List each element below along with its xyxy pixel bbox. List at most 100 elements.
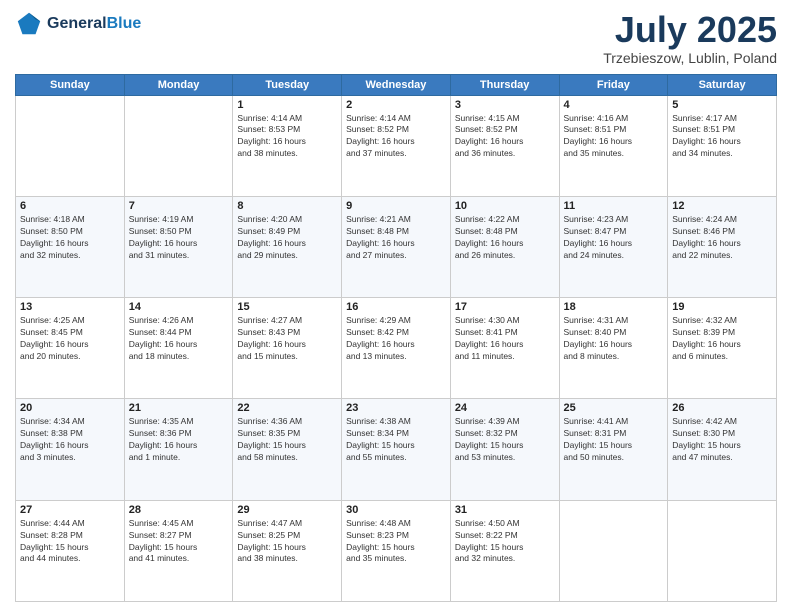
week-row-2: 6 Sunrise: 4:18 AM Sunset: 8:50 PM Daylig… <box>16 196 777 297</box>
cell-w2-d6: 11 Sunrise: 4:23 AM Sunset: 8:47 PM Dayli… <box>559 196 668 297</box>
cell-w4-d4: 23Sunrise: 4:38 AM Sunset: 8:34 PM Dayli… <box>342 399 451 500</box>
day-number: 12 <box>672 200 772 212</box>
cell-w5-d4: 30 Sunrise: 4:48 AM Sunset: 8:23 PM Dayli… <box>342 500 451 601</box>
cell-w5-d7 <box>668 500 777 601</box>
day-info: Sunrise: 4:48 AM Sunset: 8:23 PM Dayligh… <box>346 518 446 566</box>
day-info: Sunrise: 4:44 AM Sunset: 8:28 PM Dayligh… <box>20 518 120 566</box>
day-info: Sunrise: 4:50 AM Sunset: 8:22 PM Dayligh… <box>455 518 555 566</box>
cell-w1-d5: 3Sunrise: 4:15 AM Sunset: 8:52 PM Daylig… <box>450 95 559 196</box>
day-number: 30 <box>346 504 446 516</box>
day-number: 7 <box>129 200 229 212</box>
cell-w2-d4: 9 Sunrise: 4:21 AM Sunset: 8:48 PM Daylig… <box>342 196 451 297</box>
col-wednesday: Wednesday <box>342 74 451 95</box>
col-thursday: Thursday <box>450 74 559 95</box>
calendar: Sunday Monday Tuesday Wednesday Thursday… <box>15 74 777 602</box>
cell-w5-d3: 29 Sunrise: 4:47 AM Sunset: 8:25 PM Dayli… <box>233 500 342 601</box>
week-row-4: 20 Sunrise: 4:34 AM Sunset: 8:38 PM Dayli… <box>16 399 777 500</box>
cell-w1-d6: 4Sunrise: 4:16 AM Sunset: 8:51 PM Daylig… <box>559 95 668 196</box>
day-info: Sunrise: 4:15 AM Sunset: 8:52 PM Dayligh… <box>455 113 555 161</box>
col-saturday: Saturday <box>668 74 777 95</box>
week-row-5: 27 Sunrise: 4:44 AM Sunset: 8:28 PM Dayli… <box>16 500 777 601</box>
day-info: Sunrise: 4:25 AM Sunset: 8:45 PM Dayligh… <box>20 315 120 363</box>
cell-w4-d7: 26 Sunrise: 4:42 AM Sunset: 8:30 PM Dayli… <box>668 399 777 500</box>
logo-text: GeneralBlue <box>47 15 141 33</box>
logo-icon <box>15 10 43 38</box>
cell-w3-d6: 18Sunrise: 4:31 AM Sunset: 8:40 PM Dayli… <box>559 298 668 399</box>
day-number: 27 <box>20 504 120 516</box>
day-number: 10 <box>455 200 555 212</box>
cell-w1-d2 <box>124 95 233 196</box>
day-number: 9 <box>346 200 446 212</box>
week-row-3: 13Sunrise: 4:25 AM Sunset: 8:45 PM Dayli… <box>16 298 777 399</box>
cell-w1-d7: 5Sunrise: 4:17 AM Sunset: 8:51 PM Daylig… <box>668 95 777 196</box>
cell-w2-d7: 12 Sunrise: 4:24 AM Sunset: 8:46 PM Dayli… <box>668 196 777 297</box>
day-number: 22 <box>237 402 337 414</box>
day-number: 1 <box>237 99 337 111</box>
calendar-header-row: Sunday Monday Tuesday Wednesday Thursday… <box>16 74 777 95</box>
day-number: 31 <box>455 504 555 516</box>
day-number: 16 <box>346 301 446 313</box>
day-info: Sunrise: 4:32 AM Sunset: 8:39 PM Dayligh… <box>672 315 772 363</box>
cell-w2-d3: 8 Sunrise: 4:20 AM Sunset: 8:49 PM Daylig… <box>233 196 342 297</box>
day-info: Sunrise: 4:29 AM Sunset: 8:42 PM Dayligh… <box>346 315 446 363</box>
day-number: 19 <box>672 301 772 313</box>
day-info: Sunrise: 4:19 AM Sunset: 8:50 PM Dayligh… <box>129 214 229 262</box>
day-number: 4 <box>564 99 664 111</box>
day-info: Sunrise: 4:24 AM Sunset: 8:46 PM Dayligh… <box>672 214 772 262</box>
cell-w5-d5: 31 Sunrise: 4:50 AM Sunset: 8:22 PM Dayli… <box>450 500 559 601</box>
day-info: Sunrise: 4:27 AM Sunset: 8:43 PM Dayligh… <box>237 315 337 363</box>
title-block: July 2025 Trzebieszow, Lublin, Poland <box>603 10 777 66</box>
day-number: 24 <box>455 402 555 414</box>
day-number: 6 <box>20 200 120 212</box>
header: GeneralBlue July 2025 Trzebieszow, Lubli… <box>15 10 777 66</box>
day-number: 14 <box>129 301 229 313</box>
day-info: Sunrise: 4:20 AM Sunset: 8:49 PM Dayligh… <box>237 214 337 262</box>
day-info: Sunrise: 4:14 AM Sunset: 8:53 PM Dayligh… <box>237 113 337 161</box>
day-info: Sunrise: 4:30 AM Sunset: 8:41 PM Dayligh… <box>455 315 555 363</box>
cell-w4-d5: 24 Sunrise: 4:39 AM Sunset: 8:32 PM Dayli… <box>450 399 559 500</box>
cell-w3-d1: 13Sunrise: 4:25 AM Sunset: 8:45 PM Dayli… <box>16 298 125 399</box>
day-number: 25 <box>564 402 664 414</box>
week-row-1: 1 Sunrise: 4:14 AM Sunset: 8:53 PM Daylig… <box>16 95 777 196</box>
day-info: Sunrise: 4:18 AM Sunset: 8:50 PM Dayligh… <box>20 214 120 262</box>
cell-w4-d2: 21 Sunrise: 4:35 AM Sunset: 8:36 PM Dayli… <box>124 399 233 500</box>
cell-w4-d6: 25 Sunrise: 4:41 AM Sunset: 8:31 PM Dayli… <box>559 399 668 500</box>
day-info: Sunrise: 4:36 AM Sunset: 8:35 PM Dayligh… <box>237 416 337 464</box>
col-sunday: Sunday <box>16 74 125 95</box>
cell-w3-d4: 16 Sunrise: 4:29 AM Sunset: 8:42 PM Dayli… <box>342 298 451 399</box>
day-number: 17 <box>455 301 555 313</box>
col-tuesday: Tuesday <box>233 74 342 95</box>
page: GeneralBlue July 2025 Trzebieszow, Lubli… <box>0 0 792 612</box>
day-info: Sunrise: 4:39 AM Sunset: 8:32 PM Dayligh… <box>455 416 555 464</box>
day-info: Sunrise: 4:23 AM Sunset: 8:47 PM Dayligh… <box>564 214 664 262</box>
day-info: Sunrise: 4:34 AM Sunset: 8:38 PM Dayligh… <box>20 416 120 464</box>
cell-w1-d1 <box>16 95 125 196</box>
day-number: 29 <box>237 504 337 516</box>
day-number: 18 <box>564 301 664 313</box>
cell-w2-d5: 10Sunrise: 4:22 AM Sunset: 8:48 PM Dayli… <box>450 196 559 297</box>
cell-w3-d3: 15 Sunrise: 4:27 AM Sunset: 8:43 PM Dayli… <box>233 298 342 399</box>
day-info: Sunrise: 4:42 AM Sunset: 8:30 PM Dayligh… <box>672 416 772 464</box>
cell-w5-d1: 27 Sunrise: 4:44 AM Sunset: 8:28 PM Dayli… <box>16 500 125 601</box>
cell-w5-d2: 28Sunrise: 4:45 AM Sunset: 8:27 PM Dayli… <box>124 500 233 601</box>
day-number: 20 <box>20 402 120 414</box>
day-number: 11 <box>564 200 664 212</box>
day-info: Sunrise: 4:38 AM Sunset: 8:34 PM Dayligh… <box>346 416 446 464</box>
cell-w3-d5: 17 Sunrise: 4:30 AM Sunset: 8:41 PM Dayli… <box>450 298 559 399</box>
main-title: July 2025 <box>603 10 777 50</box>
day-info: Sunrise: 4:35 AM Sunset: 8:36 PM Dayligh… <box>129 416 229 464</box>
day-number: 8 <box>237 200 337 212</box>
cell-w1-d4: 2Sunrise: 4:14 AM Sunset: 8:52 PM Daylig… <box>342 95 451 196</box>
day-info: Sunrise: 4:41 AM Sunset: 8:31 PM Dayligh… <box>564 416 664 464</box>
subtitle: Trzebieszow, Lublin, Poland <box>603 50 777 66</box>
day-number: 21 <box>129 402 229 414</box>
cell-w5-d6 <box>559 500 668 601</box>
day-info: Sunrise: 4:45 AM Sunset: 8:27 PM Dayligh… <box>129 518 229 566</box>
cell-w2-d1: 6 Sunrise: 4:18 AM Sunset: 8:50 PM Daylig… <box>16 196 125 297</box>
day-info: Sunrise: 4:47 AM Sunset: 8:25 PM Dayligh… <box>237 518 337 566</box>
cell-w2-d2: 7 Sunrise: 4:19 AM Sunset: 8:50 PM Daylig… <box>124 196 233 297</box>
day-number: 26 <box>672 402 772 414</box>
day-number: 2 <box>346 99 446 111</box>
day-number: 15 <box>237 301 337 313</box>
day-info: Sunrise: 4:21 AM Sunset: 8:48 PM Dayligh… <box>346 214 446 262</box>
